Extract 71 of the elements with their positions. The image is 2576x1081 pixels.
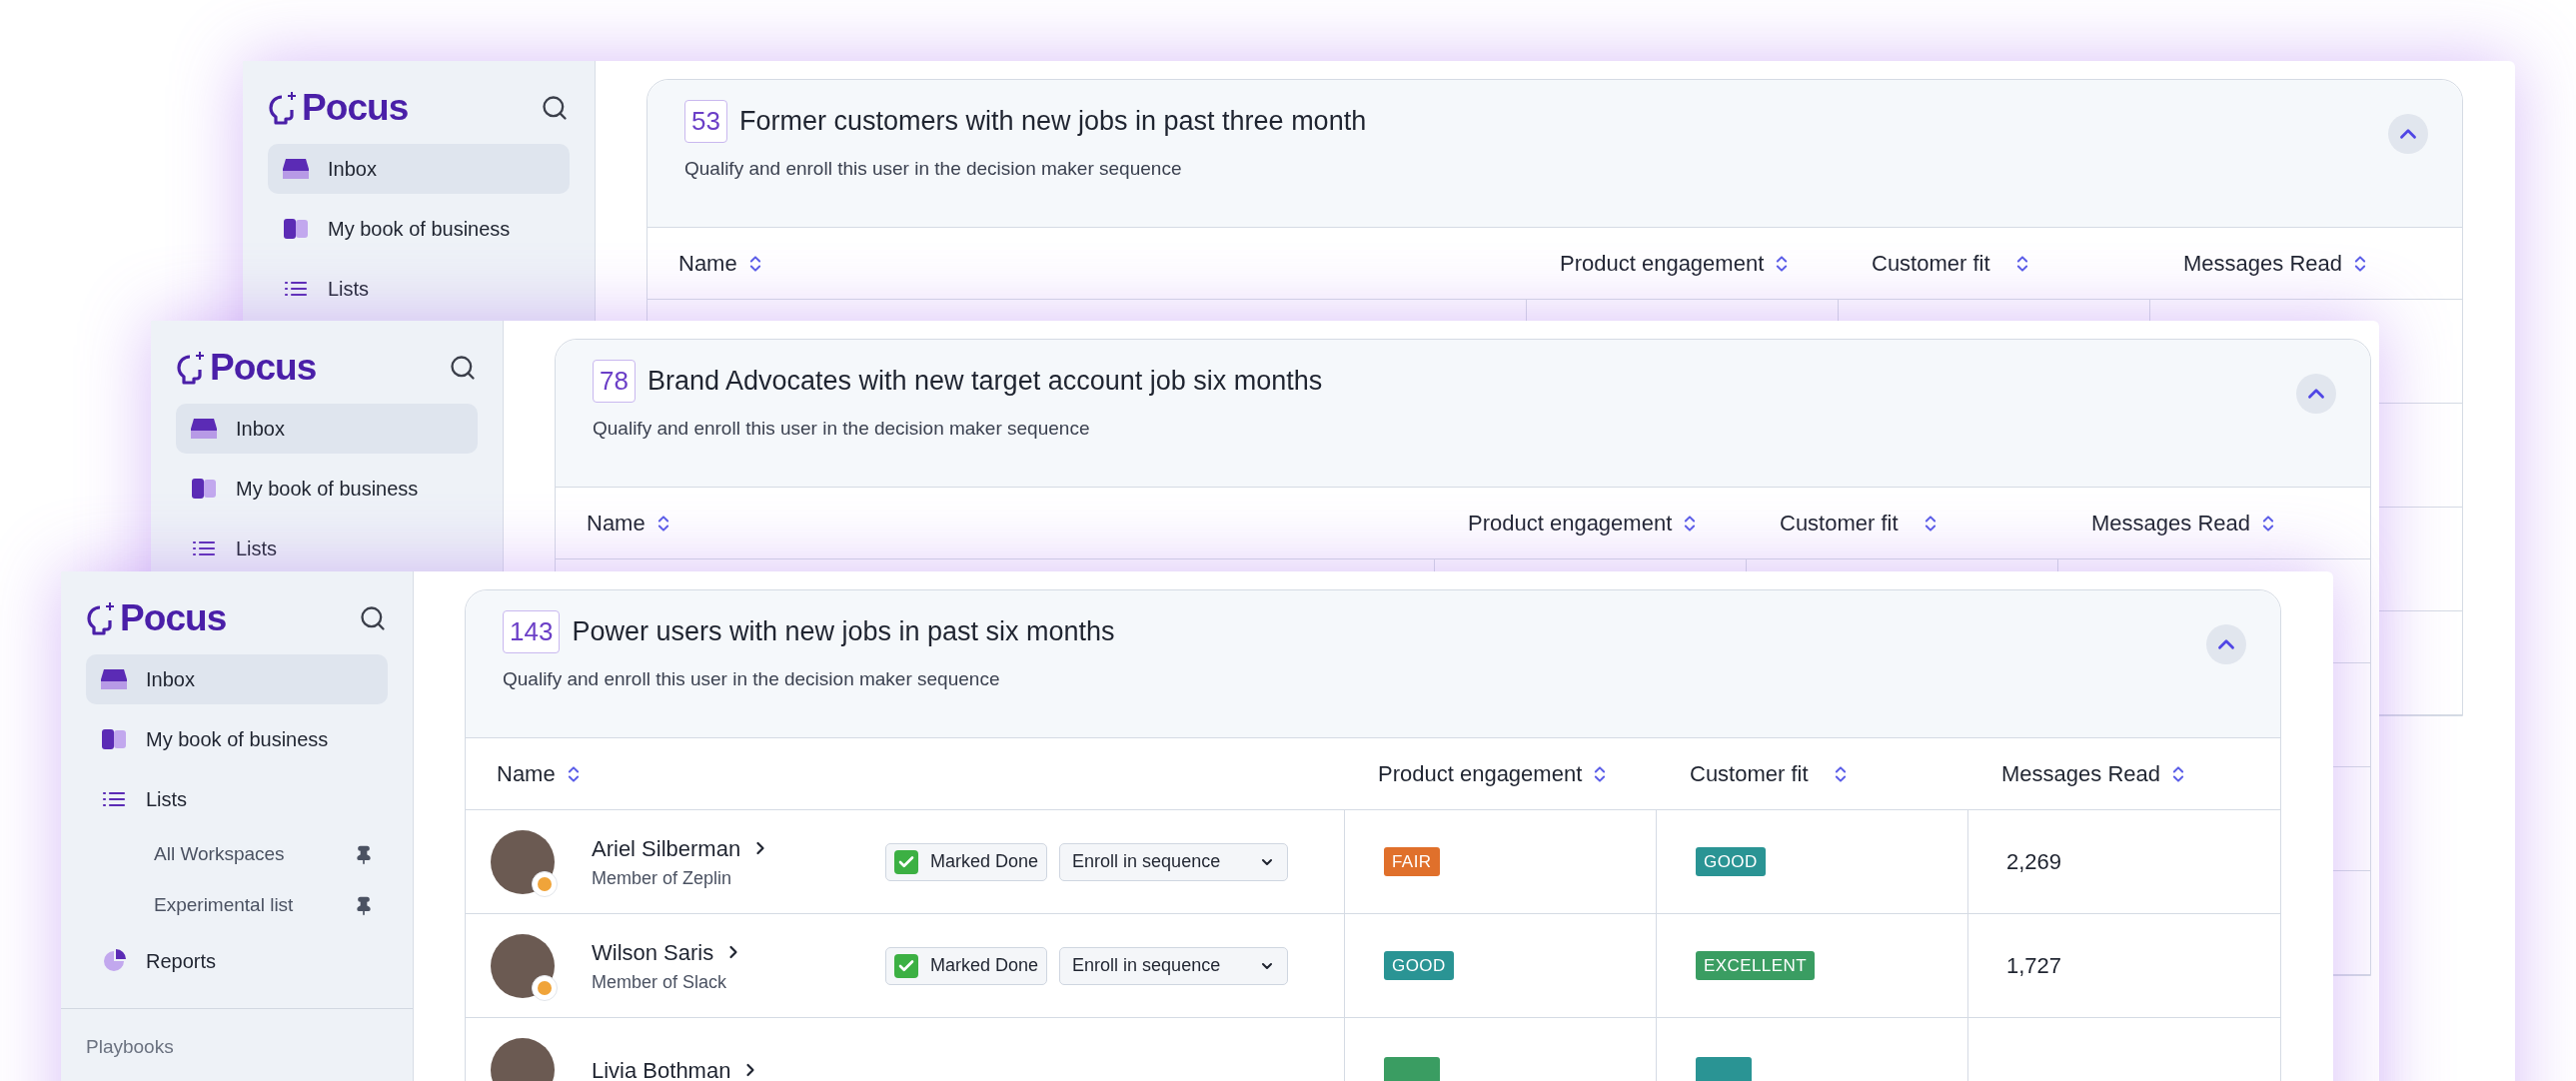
member-of-text: Member of Zeplin bbox=[592, 866, 733, 890]
logo-head-icon bbox=[176, 350, 206, 385]
column-header[interactable]: Messages Read bbox=[2091, 507, 2278, 540]
column-header[interactable]: Customer fit bbox=[1690, 757, 1851, 790]
enroll-dropdown[interactable]: Enroll in sequence bbox=[1059, 842, 1289, 881]
inbox-icon bbox=[282, 157, 310, 181]
nav-item[interactable]: My book of business bbox=[268, 204, 570, 254]
card-subtitle: Qualify and enroll this user in the decision maker sequence bbox=[503, 667, 1001, 691]
column-header[interactable]: Name bbox=[587, 507, 673, 540]
person-name[interactable]: Ariel Silberman bbox=[592, 831, 741, 865]
member-of-text: Member of Slack bbox=[592, 970, 728, 994]
column-header[interactable]: Messages Read bbox=[2183, 247, 2370, 280]
column-header[interactable]: Product engagement bbox=[1468, 507, 1701, 540]
person-name[interactable]: Wilson Saris bbox=[592, 935, 714, 969]
count-badge: 143 bbox=[503, 610, 561, 653]
collapse-button[interactable] bbox=[2206, 624, 2246, 664]
logo: Pocus bbox=[268, 89, 409, 126]
enroll-dropdown[interactable]: Enroll in sequence bbox=[1059, 946, 1289, 985]
logo-head-icon bbox=[86, 600, 116, 635]
status-badge: GOOD bbox=[1696, 846, 1766, 877]
book-icon bbox=[100, 727, 128, 751]
count-badge: 53 bbox=[684, 100, 727, 143]
logo: Pocus bbox=[86, 599, 227, 636]
list-item[interactable]: All Workspaces bbox=[86, 834, 388, 875]
logo-head-icon bbox=[268, 90, 298, 125]
inbox-icon bbox=[100, 667, 128, 691]
marked-done-button[interactable]: Marked Done bbox=[885, 946, 1048, 985]
search-icon[interactable] bbox=[359, 603, 387, 632]
column-header[interactable]: Name bbox=[497, 757, 584, 790]
column-header[interactable]: Product engagement bbox=[1560, 247, 1793, 280]
count-badge: 78 bbox=[593, 360, 636, 403]
nav-item[interactable]: Inbox bbox=[176, 404, 478, 454]
messages-count: 1,727 bbox=[2006, 952, 2062, 980]
nav-item[interactable]: Lists bbox=[176, 524, 478, 573]
nav-item[interactable]: Inbox bbox=[86, 654, 388, 704]
nav-item[interactable]: Inbox bbox=[268, 144, 570, 194]
book-icon bbox=[190, 477, 218, 501]
column-header[interactable]: Name bbox=[678, 247, 765, 280]
card-title: Power users with new jobs in past six months bbox=[572, 615, 1115, 649]
pin-icon[interactable] bbox=[354, 844, 374, 865]
nav-item[interactable]: Lists bbox=[268, 264, 570, 314]
card-title: Brand Advocates with new target account job six months bbox=[646, 365, 1323, 399]
section-label: Playbooks bbox=[86, 1036, 174, 1057]
card-title: Former customers with new jobs in past three month bbox=[738, 105, 1367, 139]
nav-item[interactable]: My book of business bbox=[176, 464, 478, 514]
collapse-button[interactable] bbox=[2388, 114, 2428, 154]
nav-item[interactable]: Reports bbox=[86, 936, 388, 986]
book-icon bbox=[282, 217, 310, 241]
card-subtitle: Qualify and enroll this user in the decision maker sequence bbox=[593, 417, 1091, 441]
check-icon bbox=[894, 849, 918, 874]
column-header[interactable]: Customer fit bbox=[1780, 507, 1940, 540]
column-header[interactable]: Messages Read bbox=[2001, 757, 2188, 790]
pin-icon[interactable] bbox=[354, 895, 374, 916]
status-badge: GOOD bbox=[1384, 950, 1454, 981]
person-name[interactable]: Livia Bothman bbox=[592, 1053, 731, 1081]
messages-count: 2,269 bbox=[2006, 848, 2062, 876]
logo: Pocus bbox=[176, 349, 317, 386]
nav-item[interactable]: Lists bbox=[86, 774, 388, 824]
column-header[interactable]: Product engagement bbox=[1378, 757, 1611, 790]
search-icon[interactable] bbox=[541, 93, 569, 122]
nav-item[interactable]: My book of business bbox=[86, 714, 388, 764]
inbox-icon bbox=[190, 417, 218, 441]
search-icon[interactable] bbox=[449, 353, 477, 382]
list-item[interactable]: Experimental list bbox=[86, 885, 388, 926]
card-subtitle: Qualify and enroll this user in the decision maker sequence bbox=[684, 157, 1183, 181]
status-badge: EXCELLENT bbox=[1696, 950, 1816, 981]
status-badge: FAIR bbox=[1384, 846, 1440, 877]
column-header[interactable]: Customer fit bbox=[1872, 247, 2032, 280]
collapse-button[interactable] bbox=[2296, 374, 2336, 414]
check-icon bbox=[894, 953, 918, 978]
marked-done-button[interactable]: Marked Done bbox=[885, 842, 1048, 881]
